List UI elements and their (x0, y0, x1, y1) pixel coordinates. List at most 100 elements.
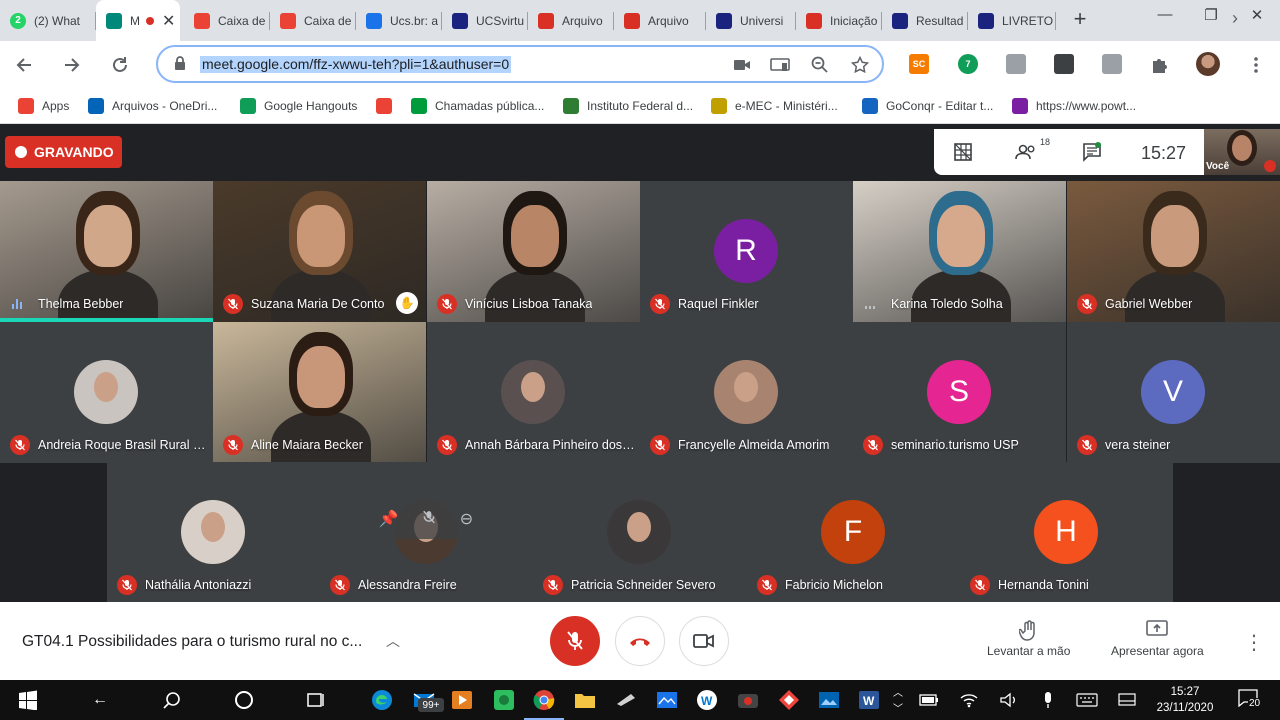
grid-extension-icon[interactable] (1054, 54, 1074, 74)
browser-tab[interactable]: Iniciação (796, 0, 882, 41)
camera-blocked-icon[interactable] (732, 56, 752, 74)
pen-app-icon[interactable] (614, 688, 638, 712)
keyboard-icon[interactable] (1075, 688, 1099, 712)
tray-expand-up-icon[interactable]: ︿ (893, 684, 903, 699)
participant-tile[interactable]: F Fabricio Michelon (747, 462, 960, 603)
more-options-icon[interactable]: ⋮ (1244, 630, 1264, 655)
wifi-icon[interactable] (957, 688, 981, 712)
browser-tab[interactable]: Arquivo (614, 0, 706, 41)
bookmark-item[interactable]: Arquivos - OneDri... (88, 98, 217, 114)
participant-tile[interactable]: Vvera steiner (1067, 322, 1280, 463)
chevron-up-icon[interactable]: ︿ (386, 631, 400, 651)
browser-tab[interactable]: Caixa de (184, 0, 270, 41)
restore-window-button[interactable]: ❐ (1188, 6, 1234, 24)
microphone-toggle-button[interactable] (550, 616, 600, 666)
tile-layout-icon[interactable] (951, 141, 975, 163)
pin-icon[interactable]: 📌 (379, 509, 399, 529)
participant-tile[interactable]: H Hernanda Tonini (960, 462, 1173, 603)
bookmark-item[interactable]: Instituto Federal d... (563, 98, 693, 114)
bookmark-item[interactable]: e-MEC - Ministéri... (711, 98, 838, 114)
cast-icon[interactable] (770, 56, 790, 74)
battery-icon[interactable] (917, 688, 941, 712)
windows-start-icon[interactable] (16, 688, 40, 712)
participant-tile[interactable]: Sseminario.turismo USP (853, 322, 1066, 463)
participant-tile[interactable]: Karina Toledo Solha (853, 181, 1066, 322)
participant-tile[interactable]: Francyelle Almeida Amorim (640, 322, 853, 463)
browser-tab[interactable]: LIVRETO (968, 0, 1056, 41)
bookmark-item[interactable]: Chamadas pública... (411, 98, 544, 114)
edge-icon[interactable] (370, 688, 394, 712)
participants-icon[interactable] (1014, 141, 1038, 163)
close-tab-icon[interactable]: ✕ (162, 11, 175, 31)
browser-tab[interactable]: Resultad (882, 0, 968, 41)
browser-tab[interactable]: M ✕ (96, 0, 180, 41)
participant-tile[interactable]: Nathália Antoniazzi (107, 462, 320, 603)
url-text[interactable]: meet.google.com/ffz-xwwu-teh?pli=1&authu… (200, 56, 512, 73)
profile-avatar[interactable] (1196, 52, 1220, 76)
self-view-tile[interactable]: Você (1204, 129, 1280, 175)
participant-tile[interactable]: R Raquel Finkler (640, 181, 853, 322)
participant-tile[interactable]: Thelma Bebber (0, 181, 213, 322)
word-icon[interactable]: W (857, 688, 881, 712)
browser-tab[interactable]: Caixa de (270, 0, 356, 41)
close-window-button[interactable]: ✕ (1234, 6, 1280, 24)
bookmark-item[interactable]: GoConqr - Editar t... (862, 98, 993, 114)
screen-recorder-icon[interactable] (655, 688, 679, 712)
media-player-icon[interactable] (450, 688, 474, 712)
action-center-button[interactable]: 20 (1238, 689, 1262, 711)
camera-app-icon[interactable] (736, 688, 760, 712)
raise-hand-button[interactable]: Levantar a mão (987, 620, 1070, 658)
chat-icon[interactable] (1080, 141, 1104, 163)
browser-tab[interactable]: Arquivo (528, 0, 614, 41)
bookmark-item[interactable]: Apps (18, 98, 69, 114)
back-button[interactable] (12, 53, 36, 77)
present-now-button[interactable]: Apresentar agora (1111, 620, 1204, 658)
browser-tab[interactable]: 2 (2) What (0, 0, 96, 41)
participant-tile[interactable]: Andreia Roque Brasil Rural E... (0, 322, 213, 463)
webex-icon[interactable]: W (695, 688, 719, 712)
tray-expand-down-icon[interactable]: ﹀ (893, 700, 903, 715)
sc-extension-icon[interactable]: SC (909, 54, 929, 74)
participant-tile[interactable]: Vinícius Lisboa Tanaka (427, 181, 640, 322)
photos-icon[interactable] (817, 688, 841, 712)
bookmark-star-icon[interactable] (850, 56, 870, 74)
browser-tab[interactable]: UCSvirtu (442, 0, 528, 41)
task-view-icon[interactable] (304, 688, 328, 712)
forward-button[interactable] (60, 53, 84, 77)
chrome-menu-icon[interactable] (1244, 53, 1268, 77)
bookmark-item[interactable] (376, 98, 400, 114)
reload-button[interactable] (108, 53, 132, 77)
participant-tile[interactable]: Suzana Maria De Conto ✋ (213, 181, 426, 322)
extensions-puzzle-icon[interactable] (1148, 53, 1172, 77)
bookmark-item[interactable]: Google Hangouts (240, 98, 357, 114)
anydesk-icon[interactable] (777, 688, 801, 712)
volume-icon[interactable] (997, 688, 1021, 712)
browser-tab[interactable]: Universi (706, 0, 796, 41)
cortana-icon[interactable] (232, 688, 256, 712)
participant-tile[interactable]: Annah Bárbara Pinheiro dos ... (427, 322, 640, 463)
taskbar-clock[interactable]: 15:27 23/11/2020 (1150, 684, 1220, 716)
bookmarks-overflow-chevron-icon[interactable]: › (1232, 8, 1238, 29)
chrome-taskbar-icon[interactable] (524, 688, 564, 720)
meeting-title[interactable]: GT04.1 Possibilidades para o turismo rur… (22, 633, 362, 651)
minimize-window-button[interactable]: — (1142, 6, 1188, 23)
participant-tile[interactable]: Patricia Schneider Severo (533, 462, 746, 603)
shield-extension-icon[interactable] (1006, 54, 1026, 74)
leave-call-button[interactable] (615, 616, 665, 666)
browser-tab[interactable]: Ucs.br: a (356, 0, 442, 41)
remove-participant-icon[interactable]: ⊖ (460, 509, 473, 529)
tab-extension-icon[interactable] (1102, 54, 1122, 74)
extension-badge-icon[interactable]: 7 (958, 54, 978, 74)
search-icon[interactable] (160, 688, 184, 712)
participant-tile[interactable]: Gabriel Webber (1067, 181, 1280, 322)
bookmark-item[interactable]: https://www.powt... (1012, 98, 1136, 114)
new-tab-button[interactable]: + (1068, 8, 1092, 32)
language-monitor-icon[interactable] (1115, 688, 1139, 712)
participant-tile[interactable]: Aline Maiara Becker (213, 322, 426, 463)
zoom-icon[interactable] (810, 56, 830, 74)
address-bar[interactable]: meet.google.com/ffz-xwwu-teh?pli=1&authu… (156, 45, 884, 83)
mute-participant-icon[interactable] (422, 509, 436, 530)
evernote-icon[interactable] (492, 688, 516, 712)
file-explorer-icon[interactable] (573, 688, 597, 712)
back-arrow-icon[interactable]: ← (88, 688, 112, 712)
